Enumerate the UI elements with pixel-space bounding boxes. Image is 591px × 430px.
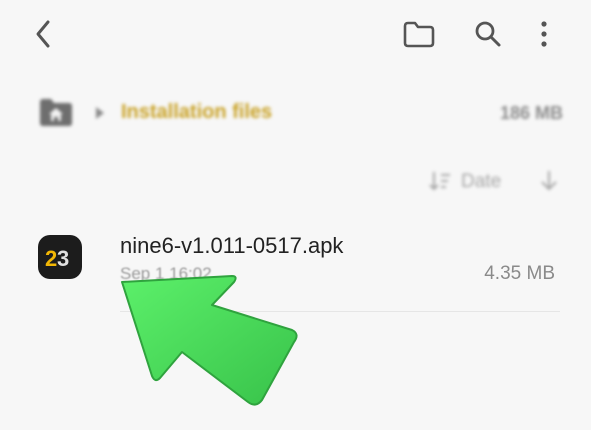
file-date: Sep 1 16:02 <box>120 264 212 283</box>
home-folder-icon[interactable] <box>38 96 74 128</box>
caret-right-icon <box>96 107 104 119</box>
file-name: nine6-v1.011-0517.apk <box>120 233 344 258</box>
more-vertical-icon[interactable] <box>536 18 552 50</box>
file-size: 4.35 MB <box>484 263 555 284</box>
svg-text:2: 2 <box>45 246 57 271</box>
svg-text:3: 3 <box>57 246 69 271</box>
sort-icon[interactable] <box>428 170 452 192</box>
sort-label[interactable]: Date <box>461 171 501 193</box>
top-app-bar <box>0 0 591 70</box>
app-logo-icon: 2 3 <box>45 246 69 271</box>
arrow-down-icon[interactable] <box>539 169 559 193</box>
breadcrumb-current-folder[interactable]: Installation files <box>121 101 272 124</box>
total-size-label: 186 MB <box>499 103 563 123</box>
back-chevron-icon[interactable] <box>30 18 58 50</box>
app-icon-23: 2 3 <box>38 235 82 279</box>
folder-icon[interactable] <box>402 20 436 48</box>
list-divider <box>120 311 560 312</box>
search-icon[interactable] <box>473 19 503 49</box>
